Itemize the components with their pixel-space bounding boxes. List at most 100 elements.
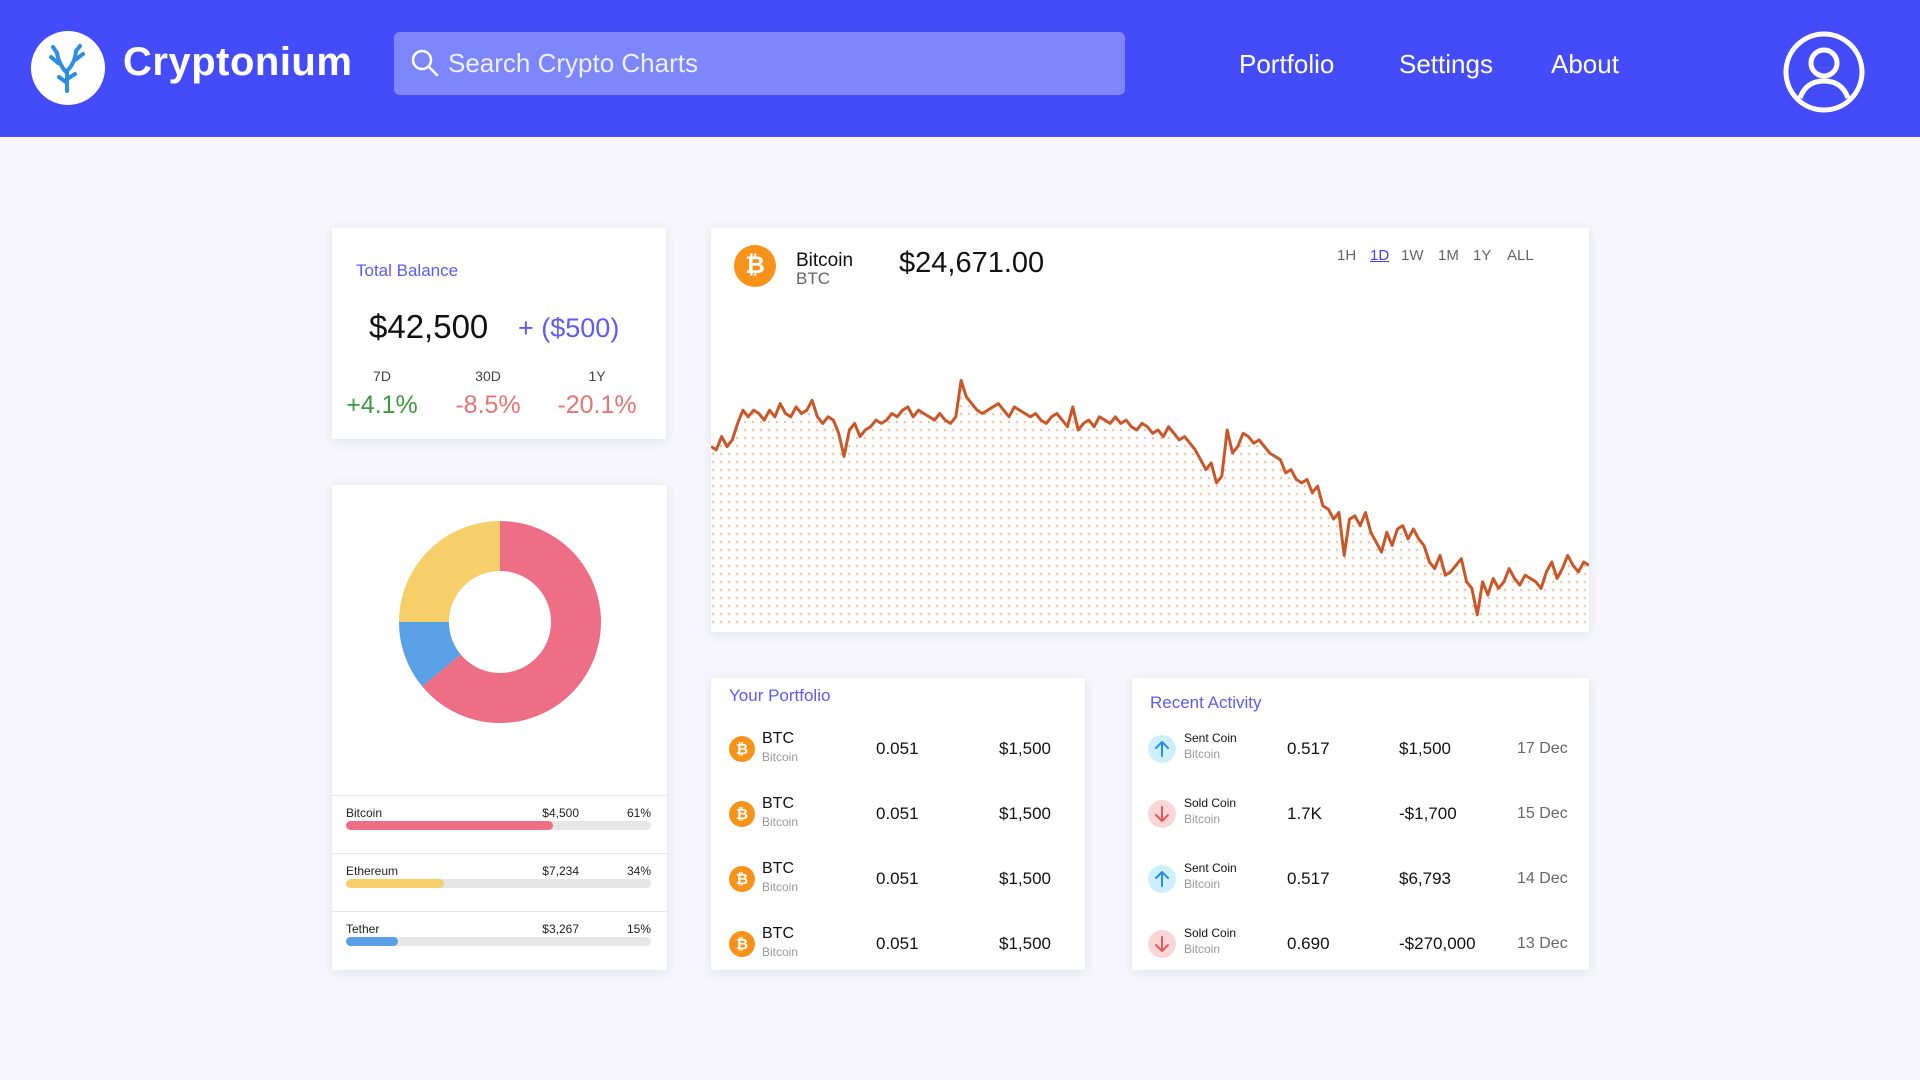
portfolio-symbol: BTC <box>762 925 794 942</box>
portfolio-title: Your Portfolio <box>729 686 831 705</box>
bitcoin-icon: ₿ <box>729 931 755 957</box>
donut-slice-ethereum <box>399 521 500 622</box>
coral-logo-icon <box>49 44 85 93</box>
portfolio-row[interactable]: ₿ BTC Bitcoin 0.051 $1,500 <box>711 718 1085 783</box>
activity-coin: Bitcoin <box>1184 747 1221 761</box>
activity-row[interactable]: Sent Coin Bitcoin 0.517 $1,500 17 Dec <box>1132 718 1589 783</box>
portfolio-row[interactable]: ₿ BTC Bitcoin 0.051 $1,500 <box>711 848 1085 913</box>
portfolio-amount: 0.051 <box>876 934 919 953</box>
allocation-value: $4,500 <box>542 806 579 820</box>
activity-value: $1,500 <box>1399 739 1451 758</box>
activity-value: -$270,000 <box>1399 934 1476 953</box>
activity-card: Recent Activity Sent Coin Bitcoin 0.517 $1,… <box>1132 678 1589 970</box>
allocation-percent: 61% <box>626 806 651 820</box>
nav-about[interactable]: About <box>1551 49 1619 80</box>
activity-amount: 0.517 <box>1287 739 1330 758</box>
portfolio-amount: 0.051 <box>876 804 919 823</box>
balance-delta: + ($500) <box>518 313 620 343</box>
portfolio-coin-name: Bitcoin <box>762 880 799 894</box>
activity-coin: Bitcoin <box>1184 812 1221 826</box>
portfolio-coin-name: Bitcoin <box>762 750 799 764</box>
period-label-30d: 30D <box>475 368 501 384</box>
activity-title: Recent Activity <box>1150 693 1262 712</box>
nav-settings[interactable]: Settings <box>1399 49 1493 80</box>
balance-amount: $42,500 <box>369 308 489 345</box>
top-bar: Cryptonium Portfolio Settings About <box>0 0 1920 137</box>
logo[interactable] <box>31 31 105 105</box>
portfolio-row[interactable]: ₿ BTC Bitcoin 0.051 $1,500 <box>711 783 1085 848</box>
bitcoin-icon: ₿ <box>729 801 755 827</box>
price-line-chart <box>711 379 1589 628</box>
activity-date: 15 Dec <box>1517 805 1568 822</box>
allocation-card: Bitcoin $4,500 61% Ethereum $7,234 34% T… <box>332 485 667 970</box>
allocation-donut-chart <box>399 521 601 723</box>
price-area-fill <box>711 380 1589 628</box>
arrow-up-icon <box>1155 741 1169 757</box>
portfolio-amount: 0.051 <box>876 739 919 758</box>
activity-row[interactable]: Sold Coin Bitcoin 1.7K -$1,700 15 Dec <box>1132 783 1589 848</box>
allocation-bar-track <box>346 879 651 888</box>
period-label-7d: 7D <box>373 368 391 384</box>
activity-row[interactable]: Sold Coin Bitcoin 0.690 -$270,000 13 Dec <box>1132 913 1589 978</box>
allocation-name: Ethereum <box>346 864 399 878</box>
portfolio-symbol: BTC <box>762 795 794 812</box>
portfolio-symbol: BTC <box>762 860 794 877</box>
nav-portfolio[interactable]: Portfolio <box>1239 49 1334 80</box>
arrow-up-icon <box>1155 871 1169 887</box>
portfolio-value: $1,500 <box>999 804 1051 823</box>
price-chart-card: ₿ Bitcoin BTC $24,671.00 1H 1D 1W 1M 1Y … <box>711 228 1589 632</box>
portfolio-coin-name: Bitcoin <box>762 945 799 959</box>
activity-type: Sold Coin <box>1184 926 1237 940</box>
activity-type: Sold Coin <box>1184 796 1237 810</box>
search-icon <box>411 49 439 77</box>
balance-title: Total Balance <box>356 261 459 280</box>
brand-name: Cryptonium <box>123 40 353 84</box>
user-avatar-icon[interactable] <box>1782 30 1866 114</box>
sent-status-icon <box>1148 865 1176 893</box>
bitcoin-icon: ₿ <box>729 736 755 762</box>
activity-value: $6,793 <box>1399 869 1451 888</box>
sent-status-icon <box>1148 735 1176 763</box>
arrow-down-icon <box>1155 806 1169 822</box>
portfolio-symbol: BTC <box>762 730 794 747</box>
period-change-7d: +4.1% <box>346 391 418 419</box>
search-input[interactable] <box>448 32 1108 95</box>
portfolio-value: $1,500 <box>999 869 1051 888</box>
activity-amount: 0.517 <box>1287 869 1330 888</box>
allocation-name: Tether <box>346 922 380 936</box>
activity-date: 17 Dec <box>1517 740 1568 757</box>
allocation-name: Bitcoin <box>346 806 383 820</box>
balance-card: Total Balance $42,500 + ($500) 7D 30D 1Y… <box>332 228 666 439</box>
period-change-30d: -8.5% <box>455 391 521 419</box>
activity-amount: 1.7K <box>1287 804 1322 823</box>
allocation-percent: 34% <box>626 864 651 878</box>
allocation-row-bitcoin: Bitcoin $4,500 61% <box>332 795 667 853</box>
allocation-value: $7,234 <box>542 864 579 878</box>
activity-amount: 0.690 <box>1287 934 1330 953</box>
activity-row[interactable]: Sent Coin Bitcoin 0.517 $6,793 14 Dec <box>1132 848 1589 913</box>
allocation-percent: 15% <box>626 922 651 936</box>
allocation-value: $3,267 <box>542 922 579 936</box>
sold-status-icon <box>1148 930 1176 958</box>
activity-type: Sent Coin <box>1184 731 1237 745</box>
activity-coin: Bitcoin <box>1184 877 1221 891</box>
sold-status-icon <box>1148 800 1176 828</box>
portfolio-row[interactable]: ₿ BTC Bitcoin 0.051 $1,500 <box>711 913 1085 978</box>
activity-date: 13 Dec <box>1517 935 1568 952</box>
search-bar[interactable] <box>394 32 1125 95</box>
activity-date: 14 Dec <box>1517 870 1568 887</box>
bitcoin-icon: ₿ <box>729 866 755 892</box>
allocation-bar-track <box>346 821 651 830</box>
allocation-row-tether: Tether $3,267 15% <box>332 911 667 969</box>
allocation-bar-track <box>346 937 651 946</box>
allocation-bar-fill <box>346 821 554 830</box>
activity-coin: Bitcoin <box>1184 942 1221 956</box>
period-change-1y: -20.1% <box>557 391 637 419</box>
allocation-row-ethereum: Ethereum $7,234 34% <box>332 853 667 911</box>
arrow-down-icon <box>1155 936 1169 952</box>
portfolio-value: $1,500 <box>999 934 1051 953</box>
allocation-bar-fill <box>346 879 444 888</box>
portfolio-value: $1,500 <box>999 739 1051 758</box>
activity-value: -$1,700 <box>1399 804 1457 823</box>
portfolio-coin-name: Bitcoin <box>762 815 799 829</box>
